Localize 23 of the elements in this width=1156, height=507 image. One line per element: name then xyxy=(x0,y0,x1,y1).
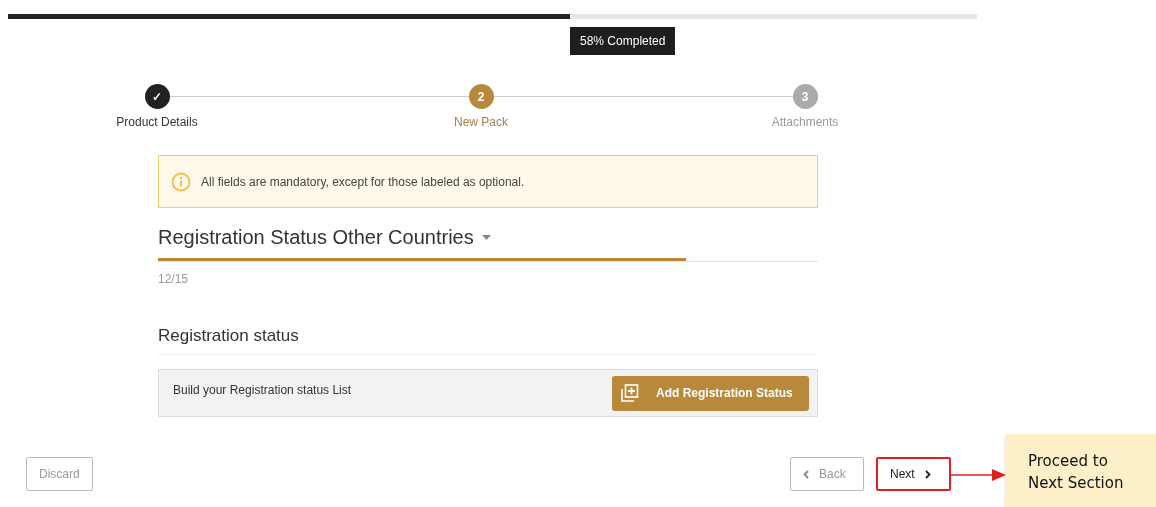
annotation-callout: Proceed to Next Section xyxy=(1006,434,1156,507)
back-button[interactable]: Back xyxy=(790,457,864,491)
step-label: Product Details xyxy=(116,115,198,129)
chevron-left-icon xyxy=(803,469,809,479)
step-indicator: 3 xyxy=(792,84,818,109)
step-indicator: 2 xyxy=(468,84,494,109)
notice-text: All fields are mandatory, except for those labeled as optional. xyxy=(201,174,525,189)
next-button[interactable]: Next xyxy=(876,457,951,491)
step-label: New Pack xyxy=(454,115,508,129)
caret-icon[interactable] xyxy=(481,234,491,240)
info-icon xyxy=(171,171,191,192)
add-copy-icon xyxy=(620,383,640,403)
progress-tooltip: 58% Completed xyxy=(570,27,676,55)
section-count: 12/15 xyxy=(158,272,190,286)
step-label: Attachments xyxy=(771,115,839,129)
step-indicator: ✓ xyxy=(144,84,170,109)
add-button[interactable]: Add Registration Status xyxy=(612,375,809,411)
chevron-right-icon xyxy=(924,469,931,479)
list-hint: Build your Registration status List xyxy=(173,383,352,397)
subsection-title: Registration status xyxy=(158,326,818,355)
annotation-arrow xyxy=(950,469,1006,481)
section-title[interactable]: Registration Status Other Countries xyxy=(158,225,474,249)
discard-button[interactable]: Discard xyxy=(26,457,93,491)
